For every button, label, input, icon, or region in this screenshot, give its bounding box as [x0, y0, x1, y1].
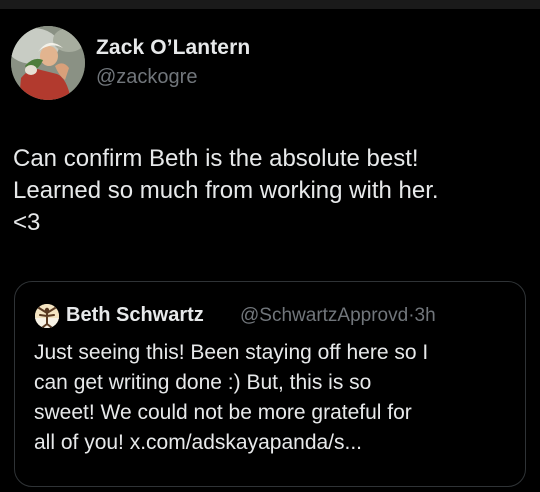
- author-handle[interactable]: @zackogre: [96, 66, 197, 89]
- quoted-author-avatar[interactable]: [35, 304, 59, 328]
- author-avatar[interactable]: [11, 26, 85, 100]
- profile-photo-icon: [11, 26, 85, 100]
- quoted-author-handle[interactable]: @SchwartzApprovd: [240, 305, 408, 326]
- quoted-tweet-card[interactable]: Beth Schwartz @SchwartzApprovd·3h Just s…: [14, 281, 526, 487]
- quoted-tweet-time[interactable]: 3h: [415, 305, 436, 326]
- top-divider: [0, 0, 540, 9]
- profile-photo-icon: [35, 304, 59, 328]
- quoted-tweet-text: Just seeing this! Been staying off here …: [34, 341, 429, 454]
- author-name[interactable]: Zack O’Lantern: [96, 36, 250, 60]
- quoted-author-name[interactable]: Beth Schwartz: [66, 304, 204, 327]
- tweet-text: Can confirm Beth is the absolute best! L…: [13, 145, 439, 236]
- quoted-author-meta: @SchwartzApprovd·3h: [240, 305, 436, 327]
